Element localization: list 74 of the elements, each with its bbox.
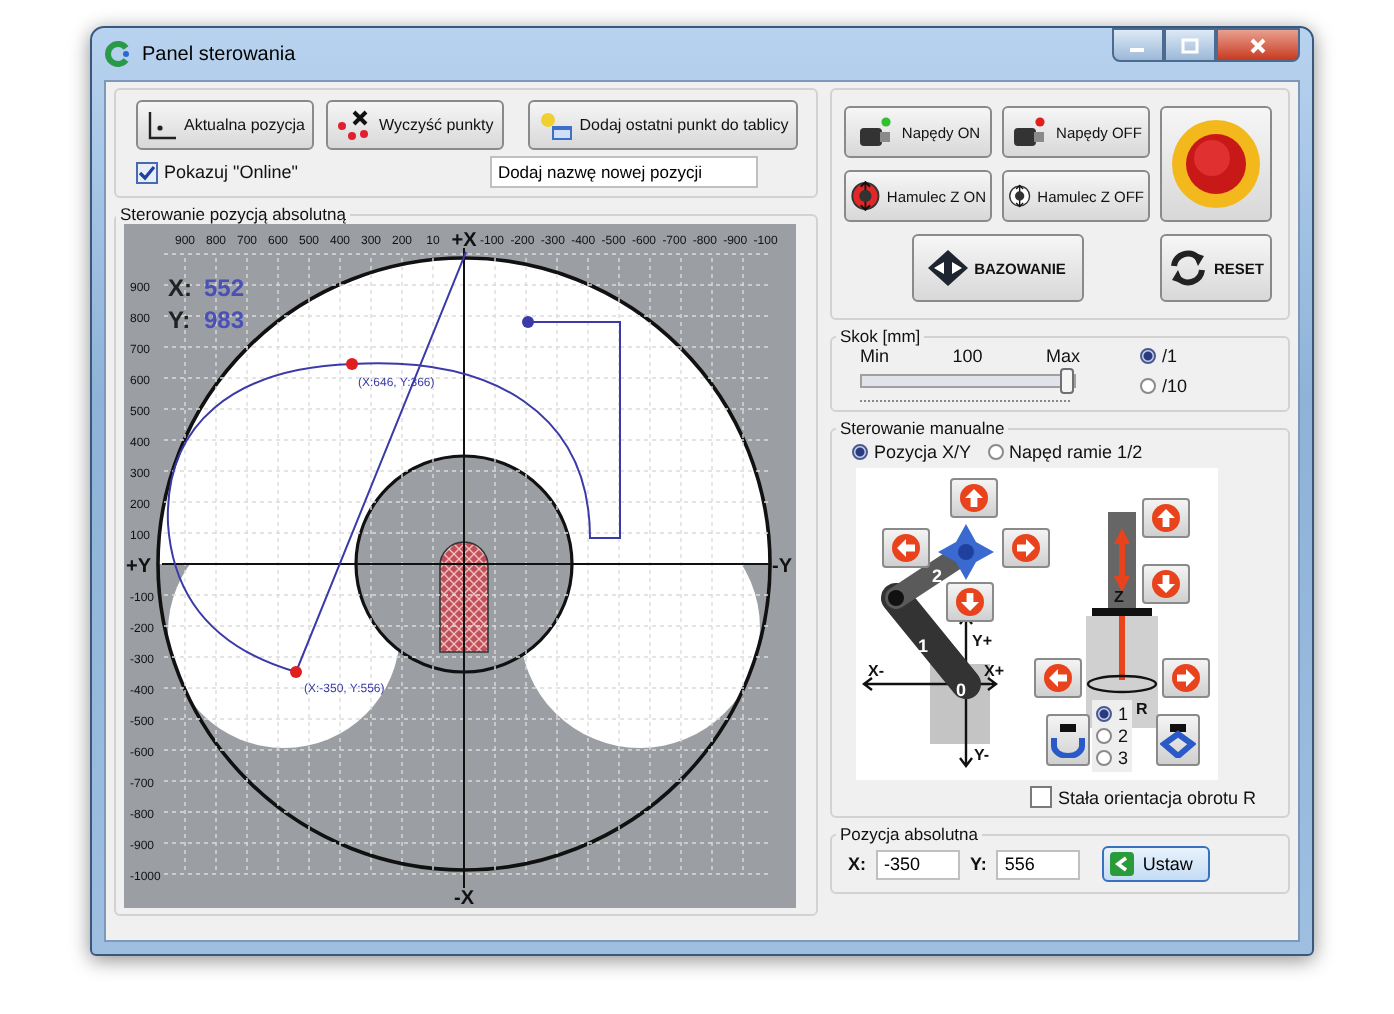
maximize-icon — [1180, 37, 1200, 53]
group-title: Sterowanie pozycją absolutną — [118, 204, 348, 224]
divisor-radio[interactable]: /10 — [1140, 376, 1188, 396]
axis-label: +X — [451, 230, 477, 252]
maximize-button[interactable] — [1164, 28, 1216, 62]
clear-points-icon — [336, 109, 373, 141]
readout-value: 983 — [204, 306, 245, 334]
gripper-radio[interactable]: 1 — [1096, 704, 1129, 724]
slider-max-label: Max — [1045, 346, 1080, 366]
y-label: Y: — [970, 854, 987, 874]
mode-radio[interactable]: Pozycja X/Y — [852, 442, 972, 462]
jog-button[interactable] — [950, 478, 998, 518]
position-name-field[interactable]: Dodaj nazwę nowej pozycji — [489, 156, 758, 188]
set-button[interactable]: Ustaw — [1102, 846, 1211, 882]
gripper-radio[interactable]: 3 — [1096, 748, 1129, 768]
jog-button[interactable] — [1142, 498, 1190, 538]
refresh-icon — [1167, 248, 1208, 288]
toolbar-button[interactable]: Dodaj ostatni punkt do tablicy — [527, 100, 799, 150]
checkmark-icon — [138, 163, 156, 181]
app-icon — [104, 40, 132, 68]
point-marker[interactable] — [290, 666, 302, 678]
slider-min-label: Min — [860, 346, 890, 366]
group-title: Pozycja absolutna — [838, 824, 980, 844]
gripper-close-button[interactable] — [1156, 714, 1200, 766]
jog-button[interactable] — [1142, 564, 1190, 604]
diagram-label: R — [1136, 700, 1148, 718]
axis-label: +Y — [126, 556, 152, 578]
jog-button[interactable] — [1162, 658, 1210, 698]
diagram-label: 1 — [918, 636, 929, 656]
slider-value-label: 100 — [952, 346, 983, 366]
gripper-radio[interactable]: 2 — [1096, 726, 1129, 746]
axes-icon — [146, 109, 178, 141]
diagram-label: X+ — [984, 662, 1005, 680]
toolbar-button[interactable]: Wyczyść punkty — [326, 100, 504, 150]
group-title: Skok [mm] — [838, 326, 923, 346]
show-online-checkbox[interactable]: Pokazuj "Online" — [136, 161, 298, 183]
slider-thumb[interactable] — [1060, 368, 1074, 394]
diagram-label: Z — [1114, 588, 1124, 606]
homing-icon — [928, 250, 969, 286]
readout-label: Y: — [168, 306, 191, 334]
gripper-open-button[interactable] — [1046, 714, 1090, 766]
start-point-marker[interactable] — [522, 316, 534, 328]
window-title: Panel sterowania — [142, 43, 296, 65]
constant-orientation-checkbox[interactable]: Stała orientacja obrotu R — [1029, 786, 1256, 808]
readout-value: 552 — [204, 274, 245, 302]
axis-label: -X — [454, 888, 474, 908]
mode-radio[interactable]: Napęd ramie 1/2 — [987, 442, 1143, 462]
toolbar-button[interactable]: Aktualna pozycja — [136, 100, 315, 150]
jog-button[interactable] — [946, 582, 994, 622]
point-marker[interactable] — [346, 358, 358, 370]
minimize-button[interactable] — [1112, 28, 1164, 62]
close-icon — [1248, 37, 1268, 53]
emergency-stop-button[interactable] — [1160, 106, 1272, 222]
x-field[interactable]: -350 — [876, 849, 960, 879]
add-point-icon — [537, 109, 574, 141]
jog-button[interactable] — [1002, 528, 1050, 568]
motor-icon — [855, 116, 896, 148]
group-title: Sterowanie manualne — [838, 418, 1007, 438]
diagram-label: 2 — [932, 566, 943, 586]
jog-button[interactable] — [1034, 658, 1082, 698]
brake-icon — [850, 176, 881, 216]
y-field[interactable]: 556 — [996, 849, 1081, 879]
x-label: X: — [848, 854, 866, 874]
diagram-label: Y+ — [972, 632, 993, 650]
diagram-label: Y- — [974, 746, 990, 764]
diagram-label: X- — [868, 662, 884, 680]
arrow-left-icon — [1110, 852, 1135, 876]
axis-label: -Y — [772, 556, 792, 578]
diagram-label: 0 — [956, 680, 967, 700]
readout-label: X: — [168, 274, 192, 302]
step-slider[interactable] — [860, 374, 1076, 388]
jog-button[interactable] — [882, 528, 930, 568]
close-button[interactable] — [1216, 28, 1300, 62]
divisor-radio[interactable]: /1 — [1140, 346, 1188, 366]
